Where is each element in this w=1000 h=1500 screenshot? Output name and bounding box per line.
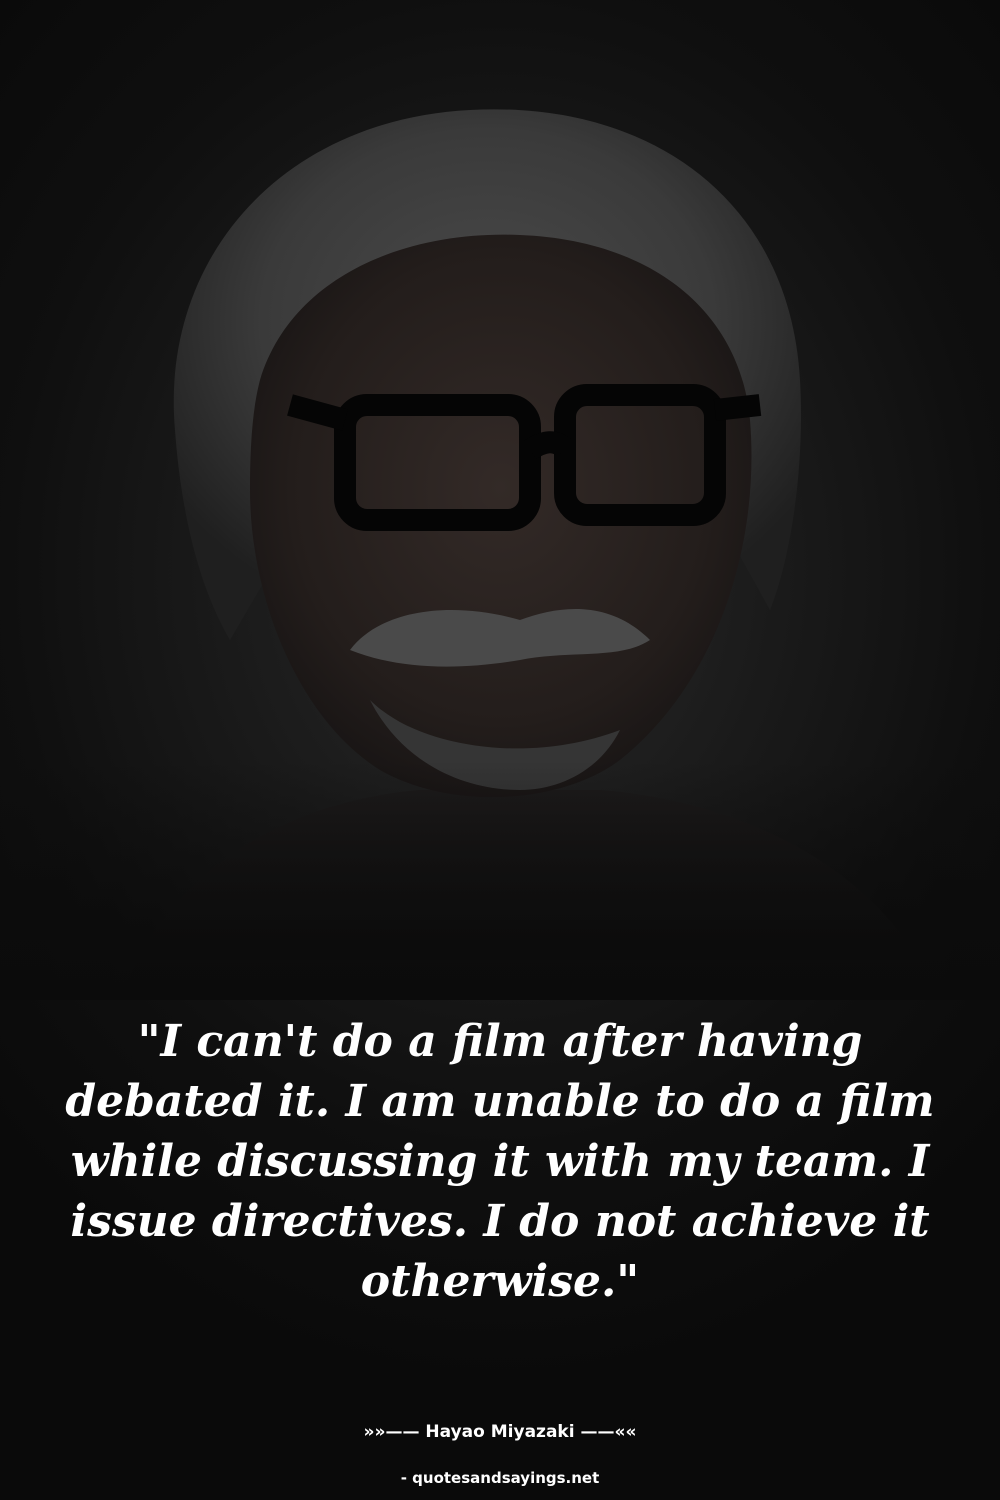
portrait-image (0, 109, 1000, 1000)
author-attribution: »»—— Hayao Miyazaki ——«« (363, 1422, 637, 1442)
quote-poster: "I can't do a film after having debated … (0, 0, 1000, 1500)
source-credit: - quotesandsayings.net (400, 1469, 600, 1487)
quote-text: "I can't do a film after having debated … (65, 1016, 935, 1307)
